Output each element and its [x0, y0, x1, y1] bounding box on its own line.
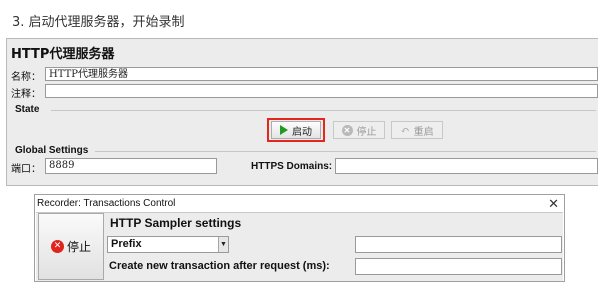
dialog-title: Recorder: Transactions Control [37, 198, 176, 209]
state-section-title: State [15, 104, 40, 115]
step-title: 3. 启动代理服务器，开始录制 [12, 15, 185, 30]
recorder-dialog: Recorder: Transactions Control ✕ ✕ 停止 HT… [34, 194, 565, 282]
dropdown-arrow-icon[interactable]: ▼ [218, 237, 228, 252]
prefix-text-input[interactable] [355, 236, 562, 253]
start-button[interactable]: 启动 [271, 121, 321, 139]
stop-icon: ✕ [341, 124, 353, 136]
stop-button-label: 停止 [356, 126, 377, 138]
restart-button-label: 重启 [413, 126, 434, 138]
state-section-divider [51, 110, 596, 111]
name-input[interactable]: HTTP代理服务器 [45, 67, 598, 81]
start-button-label: 启动 [292, 126, 312, 138]
transaction-delay-label: Create new transaction after request (ms… [109, 260, 330, 272]
recorder-stop-button[interactable]: ✕ 停止 [38, 213, 104, 280]
port-input[interactable]: 8889 [45, 158, 217, 174]
name-label: 名称： [11, 72, 41, 83]
restart-icon: ↶ [400, 123, 410, 137]
comment-input[interactable] [45, 84, 598, 98]
close-icon[interactable]: ✕ [548, 196, 559, 212]
global-settings-divider [95, 151, 596, 152]
global-settings-title: Global Settings [15, 145, 89, 156]
https-domains-input[interactable] [335, 158, 598, 174]
prefix-select-value: Prefix [111, 238, 142, 250]
start-button-highlight: 启动 [267, 118, 325, 142]
port-label: 端口： [11, 164, 41, 175]
panel-title: HTTP代理服务器 [11, 47, 115, 62]
https-domains-label: HTTPS Domains: [251, 161, 333, 172]
prefix-select[interactable]: Prefix ▼ [107, 236, 229, 253]
dialog-content: ✕ 停止 HTTP Sampler settings Prefix ▼ Crea… [36, 212, 563, 281]
play-icon [280, 125, 288, 135]
stop-button[interactable]: ✕ 停止 [333, 121, 385, 139]
recorder-stop-label: 停止 [66, 240, 91, 254]
stop-icon: ✕ [50, 240, 64, 253]
comment-label: 注释： [11, 89, 41, 100]
transaction-delay-input[interactable] [355, 258, 562, 275]
proxy-server-panel: HTTP代理服务器 名称： HTTP代理服务器 注释： State 启动 ✕ 停… [6, 38, 598, 186]
restart-button[interactable]: ↶ 重启 [391, 121, 443, 139]
sampler-settings-title: HTTP Sampler settings [110, 216, 242, 230]
